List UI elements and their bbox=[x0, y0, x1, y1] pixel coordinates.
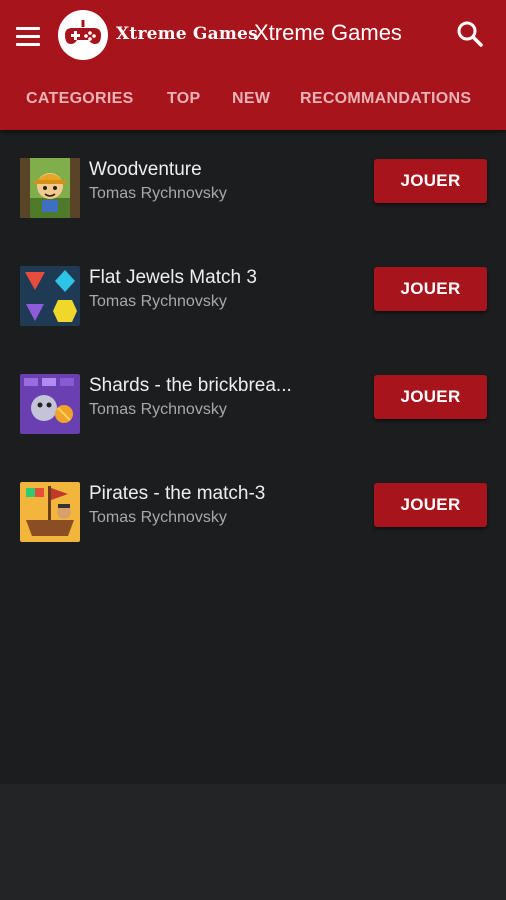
game-author: Tomas Rychnovsky bbox=[89, 509, 227, 526]
gamepad-logo-icon bbox=[58, 10, 108, 60]
pirates-thumbnail-icon bbox=[20, 482, 80, 542]
play-button[interactable]: JOUER bbox=[374, 483, 487, 527]
tab-recommandations[interactable]: RECOMMANDATIONS bbox=[300, 90, 471, 108]
flat-jewels-thumbnail-icon bbox=[20, 266, 80, 326]
search-icon[interactable] bbox=[456, 20, 484, 48]
list-item[interactable]: Woodventure Tomas Rychnovsky JOUER bbox=[0, 130, 506, 238]
tab-bar: CATEGORIES TOP NEW RECOMMANDATIONS bbox=[0, 80, 506, 120]
shards-thumbnail-icon bbox=[20, 374, 80, 434]
play-button[interactable]: JOUER bbox=[374, 267, 487, 311]
game-author: Tomas Rychnovsky bbox=[89, 185, 227, 202]
game-author: Tomas Rychnovsky bbox=[89, 401, 227, 418]
menu-icon[interactable] bbox=[16, 24, 42, 48]
play-button[interactable]: JOUER bbox=[374, 159, 487, 203]
page-title: Xtreme Games bbox=[254, 20, 402, 45]
game-title: Pirates - the match-3 bbox=[89, 483, 266, 504]
play-button[interactable]: JOUER bbox=[374, 375, 487, 419]
tab-new[interactable]: NEW bbox=[232, 90, 270, 108]
bottom-area bbox=[0, 784, 506, 900]
list-item[interactable]: Pirates - the match-3 Tomas Rychnovsky J… bbox=[0, 454, 506, 562]
game-title: Woodventure bbox=[89, 159, 202, 180]
app-header: Xtreme Games Xtreme Games CATEGORIES TOP… bbox=[0, 0, 506, 130]
list-item[interactable]: Flat Jewels Match 3 Tomas Rychnovsky JOU… bbox=[0, 238, 506, 346]
tab-top[interactable]: TOP bbox=[167, 90, 201, 108]
tab-categories[interactable]: CATEGORIES bbox=[26, 90, 134, 108]
list-item[interactable]: Shards - the brickbrea... Tomas Rychnovs… bbox=[0, 346, 506, 454]
app-screen: Xtreme Games Xtreme Games CATEGORIES TOP… bbox=[0, 0, 506, 900]
game-title: Flat Jewels Match 3 bbox=[89, 267, 257, 288]
game-title: Shards - the brickbrea... bbox=[89, 375, 292, 396]
logo-brand-text: Xtreme Games bbox=[116, 24, 258, 44]
woodventure-thumbnail-icon bbox=[20, 158, 80, 218]
game-author: Tomas Rychnovsky bbox=[89, 293, 227, 310]
